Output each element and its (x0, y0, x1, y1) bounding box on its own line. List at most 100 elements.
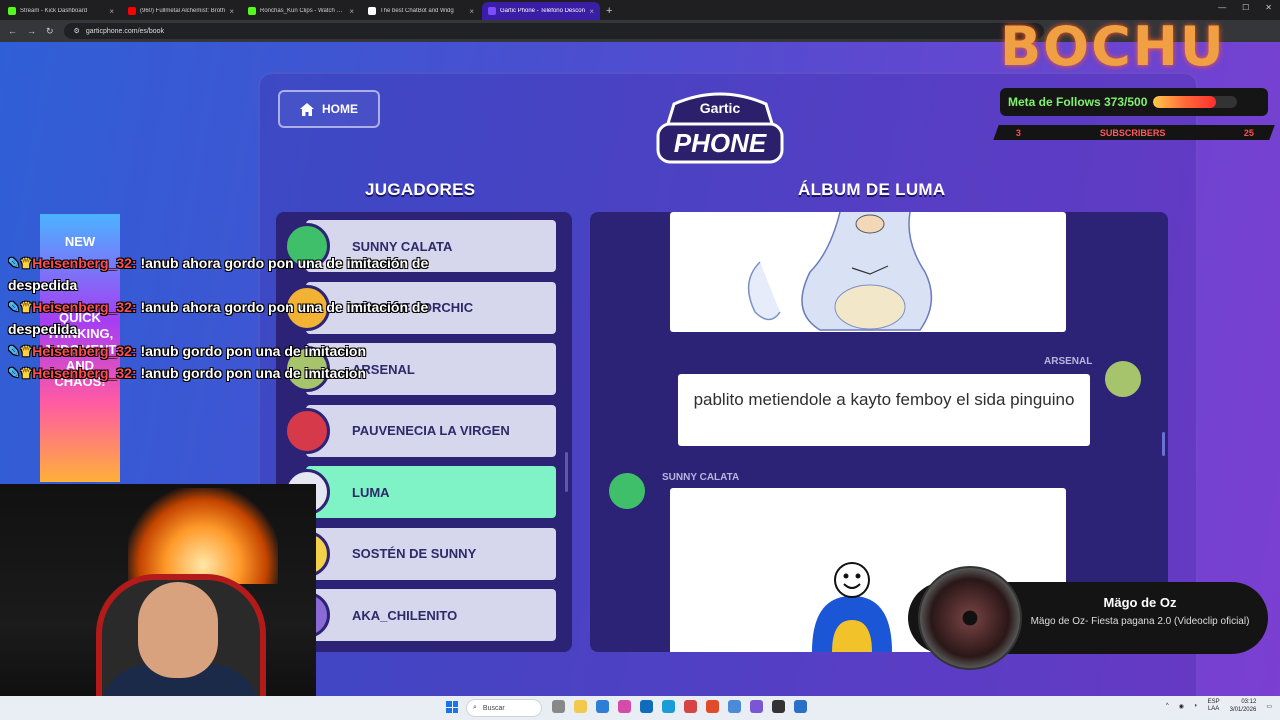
maximize-icon[interactable]: ☐ (1242, 3, 1249, 12)
close-window-icon[interactable]: ✕ (1265, 3, 1272, 12)
browser-tab[interactable]: The best ChatBot and Widg × (362, 2, 480, 20)
player-item-active[interactable]: LUMA (284, 466, 556, 518)
notification-icon[interactable]: ▭ (1266, 703, 1272, 710)
crown-icon: ♛ (19, 299, 33, 315)
drawing-sketch (747, 212, 933, 331)
close-icon[interactable]: × (349, 7, 354, 16)
browser-tab[interactable]: Stream - Kick Dashboard × (2, 2, 120, 20)
home-icon (300, 102, 314, 116)
subs-current: 3 (1016, 127, 1022, 138)
tab-title: (960) Fullmetal Alchemist: Broth (140, 8, 226, 14)
close-icon[interactable]: × (109, 7, 114, 16)
app-icon[interactable] (728, 700, 741, 713)
subscribers-bar: 3 SUBSCRIBERS 25 (993, 125, 1275, 140)
chrome-icon[interactable] (706, 700, 719, 713)
back-icon[interactable]: ← (8, 26, 17, 36)
crown-icon: ♛ (19, 255, 33, 271)
obs-icon[interactable] (772, 700, 785, 713)
follows-progress-bar (1153, 96, 1238, 108)
tab-favicon-icon (128, 7, 136, 15)
sword-icon: ✎ (8, 299, 20, 315)
crown-icon: ♛ (19, 365, 33, 381)
forward-icon[interactable]: → (27, 26, 36, 36)
edge-icon[interactable] (662, 700, 675, 713)
now-playing-artist: Mägo de Oz (1103, 595, 1177, 610)
search-icon: ⌕ (473, 704, 477, 711)
album-scrollbar[interactable] (1162, 432, 1165, 456)
outlook-icon[interactable] (640, 700, 653, 713)
app-icon[interactable] (618, 700, 631, 713)
url-field[interactable]: ⚙ garticphone.com/es/book (63, 23, 1044, 39)
app-icon[interactable] (750, 700, 763, 713)
site-info-icon[interactable]: ⚙ (74, 27, 80, 35)
chat-text: !anub gordo pon una de imitacion (140, 343, 367, 359)
file-explorer-icon[interactable] (574, 700, 587, 713)
task-view-icon[interactable] (552, 700, 565, 713)
window-controls: — ☐ ✕ (1218, 3, 1272, 12)
player-name: AKA_CHILENITO (352, 607, 458, 623)
network-icon[interactable]: ◉ (1179, 703, 1184, 710)
gartic-phone-logo: Gartic PHONE (656, 90, 784, 168)
close-icon[interactable]: × (589, 7, 594, 16)
clock-time: 03:12 (1241, 699, 1257, 705)
chat-username: Heisenberg_32: (32, 299, 137, 315)
lang-code: ESP (1207, 699, 1220, 705)
home-button[interactable]: HOME (278, 90, 380, 128)
volume-icon[interactable]: ◗ (1194, 703, 1198, 709)
album-art-icon (918, 566, 1022, 670)
clock[interactable]: 03:12 3/01/2026 (1230, 698, 1257, 714)
new-tab-icon[interactable]: + (606, 2, 612, 20)
reload-icon[interactable]: ↻ (46, 26, 54, 37)
drawing-author-avatar (606, 470, 648, 512)
subs-goal: 25 (1243, 127, 1254, 138)
crown-icon: ♛ (19, 343, 33, 359)
player-item[interactable]: SOSTÉN DE SUNNY (284, 527, 556, 580)
guess-card: pablito metiendole a kayto femboy el sid… (678, 374, 1090, 446)
promo-top-text: NEW (64, 234, 96, 249)
home-label: HOME (322, 102, 358, 116)
browser-tab-active[interactable]: Gartic Phone - Teléfono Descon × (482, 2, 600, 20)
logo-bottom-text: PHONE (673, 128, 767, 158)
chat-username: Heisenberg_32: (32, 365, 137, 381)
language-indicator[interactable]: ESP LAA (1208, 699, 1220, 713)
taskbar-search[interactable]: ⌕ Buscar (466, 699, 542, 717)
now-playing-song: Mägo de Oz- Fiesta pagana 2.0 (Videoclip… (1030, 616, 1250, 627)
store-icon[interactable] (596, 700, 609, 713)
app-icon[interactable] (684, 700, 697, 713)
guess-text: pablito metiendole a kayto femboy el sid… (693, 390, 1075, 409)
player-name: LUMA (352, 484, 390, 500)
tab-title: Stream - Kick Dashboard (20, 8, 88, 14)
player-item[interactable]: PAUVENECIA LA VIRGEN (284, 404, 556, 457)
minimize-icon[interactable]: — (1218, 3, 1226, 12)
browser-tab[interactable]: (960) Fullmetal Alchemist: Broth × (122, 2, 240, 20)
tab-title: The best ChatBot and Widg (380, 8, 454, 14)
drawing-author: SUNNY CALATA (662, 472, 740, 483)
url-text: garticphone.com/es/book (85, 27, 165, 35)
album-title: ÁLBUM DE LUMA (798, 180, 946, 199)
logo-top-text: Gartic (699, 100, 741, 116)
chat-text: !anub gordo pon una de imitacion (140, 365, 367, 381)
windows-start-icon[interactable] (446, 701, 458, 713)
browser-tab[interactable]: Ronchas_Kun Clips - Watch Live × (242, 2, 360, 20)
tab-favicon-icon (368, 7, 376, 15)
chevron-up-icon[interactable]: ^ (1166, 703, 1169, 709)
fireplace (128, 488, 278, 584)
bochu-logo: BOCHU (1000, 15, 1226, 78)
app-icon[interactable] (794, 700, 807, 713)
search-placeholder: Buscar (482, 704, 505, 712)
player-item[interactable]: AKA_CHILENITO (284, 589, 556, 641)
chat-message: ✎♛Heisenberg_32: !anub ahora gordo pon u… (8, 252, 468, 296)
tab-favicon-icon (488, 7, 496, 15)
chat-message: ✎♛Heisenberg_32: !anub ahora gordo pon u… (8, 296, 468, 340)
players-scrollbar[interactable] (565, 452, 568, 492)
tab-title: Ronchas_Kun Clips - Watch Live (260, 8, 346, 14)
guess-author-avatar (1102, 358, 1144, 400)
tab-favicon-icon (248, 7, 256, 15)
player-name: SOSTÉN DE SUNNY (352, 546, 477, 561)
close-icon[interactable]: × (229, 7, 234, 16)
close-icon[interactable]: × (469, 7, 474, 16)
drawing-card (670, 212, 1066, 332)
follows-goal: Meta de Follows 373/500 (1000, 88, 1268, 116)
sword-icon: ✎ (8, 343, 20, 359)
taskbar-apps (552, 700, 807, 713)
